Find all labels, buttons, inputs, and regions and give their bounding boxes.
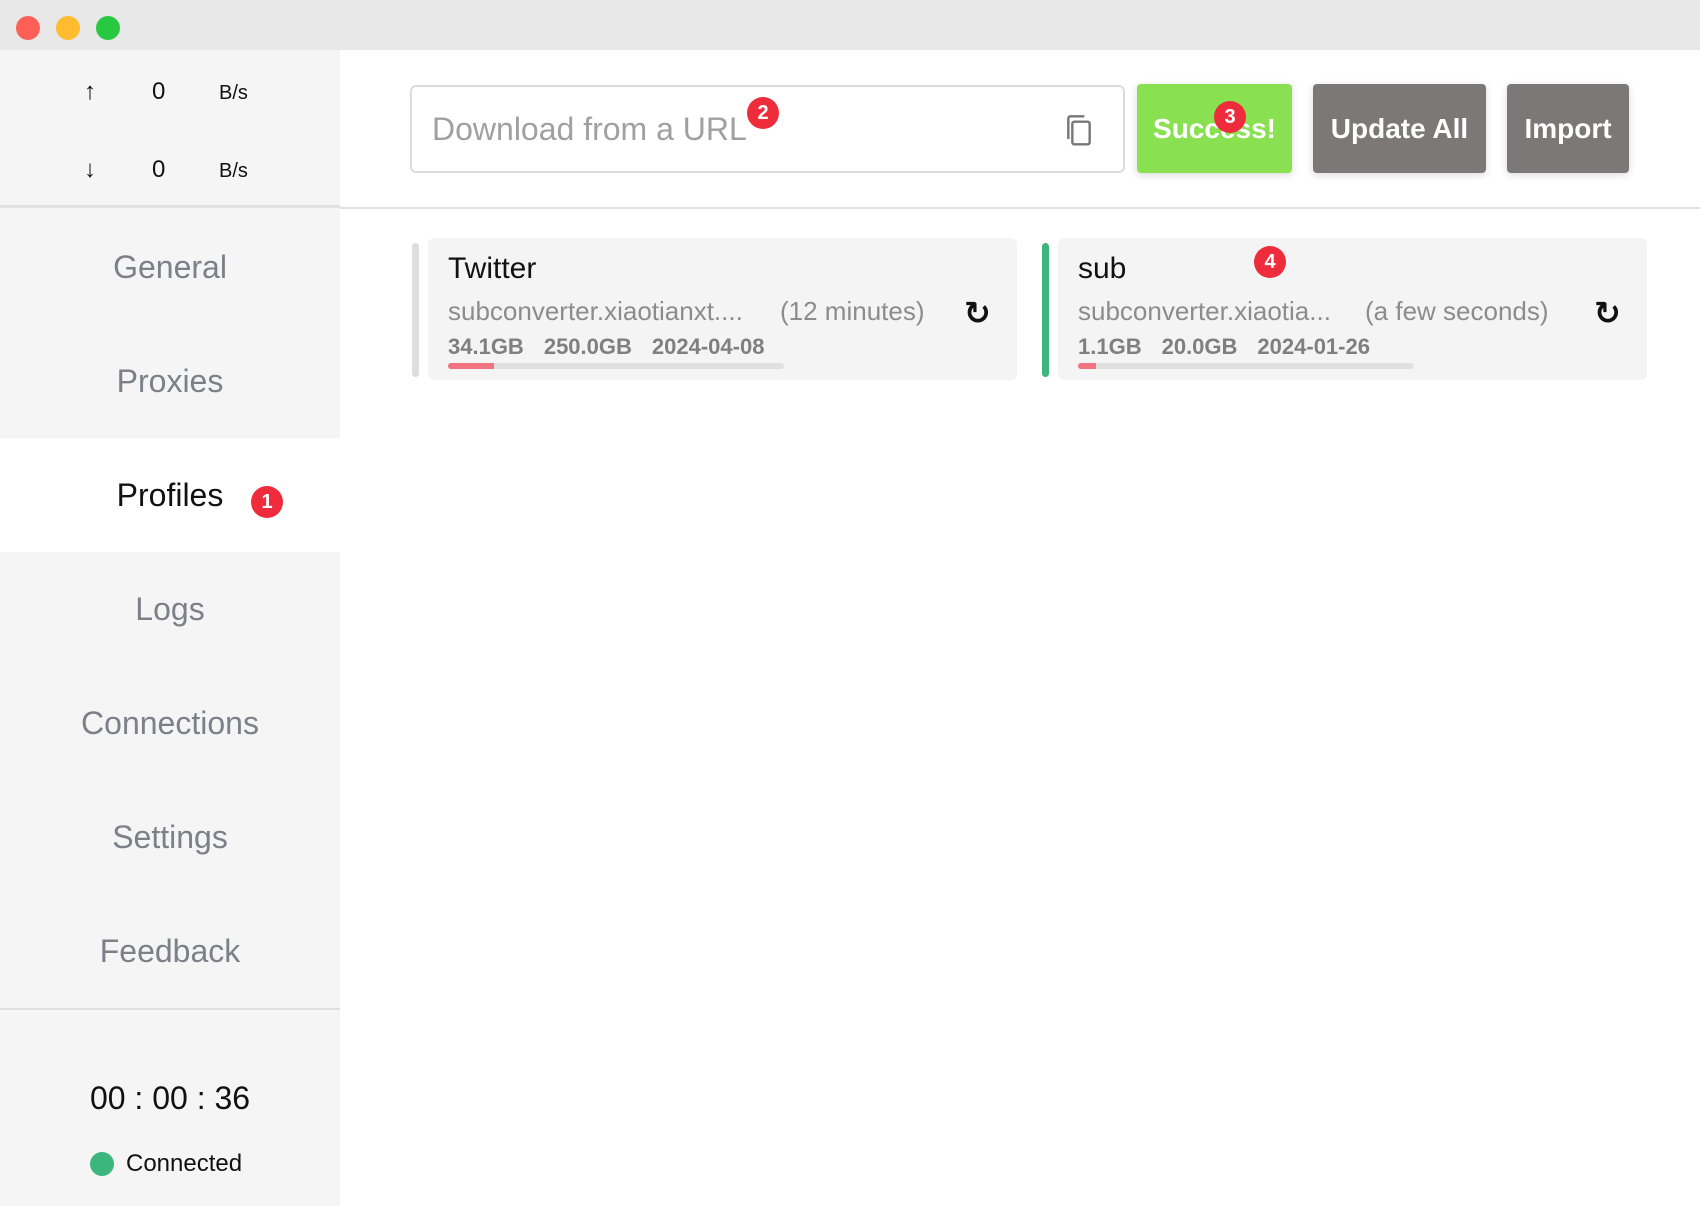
nav-label: Proxies [116,362,224,399]
sidebar: ↑ 0 B/s ↓ 0 B/s General Proxies Profiles… [0,50,340,1206]
usage-fill [1078,363,1097,369]
download-unit: B/s [219,160,248,182]
url-placeholder: Download from a URL [432,110,747,147]
upload-arrow-icon: ↑ [84,78,96,105]
sidebar-item-connections[interactable]: Connections [0,666,340,780]
refresh-icon[interactable]: ↻ [964,294,991,332]
paste-icon[interactable] [1063,113,1095,149]
title-bar [0,0,1700,50]
profile-select-indicator [1042,243,1049,377]
nav-label: Settings [112,818,228,855]
upload-value: 0 [152,78,166,105]
download-value: 0 [152,156,166,183]
used: 1.1GB [1078,334,1142,359]
nav-label: Connections [81,704,259,741]
connection-status: Connected [90,1150,242,1178]
annotation-badge: 4 [1254,246,1286,278]
upload-unit: B/s [219,82,248,104]
total: 20.0GB [1161,334,1238,359]
total: 250.0GB [543,334,632,359]
uptime-timer: 00 : 00 : 36 [89,1080,251,1116]
close-window-button[interactable] [16,16,40,40]
profile-card-twitter[interactable]: Twitter subconverter.xiaotianxt.... (12 … [428,238,1017,380]
sidebar-item-settings[interactable]: Settings [0,780,340,894]
nav-label: Feedback [99,932,241,969]
annotation-badge: 1 [251,486,283,518]
annotation-badge: 3 [1214,101,1246,133]
button-label: Update All [1330,112,1469,144]
profile-updated: (a few seconds) [1365,296,1549,326]
download-arrow-icon: ↓ [84,156,96,183]
minimize-window-button[interactable] [56,16,80,40]
sidebar-item-profiles[interactable]: Profiles [0,438,340,552]
sidebar-item-feedback[interactable]: Feedback [0,894,340,1008]
expire-date: 2024-04-08 [651,334,765,359]
status-dot-icon [90,1152,114,1176]
speed-panel: ↑ 0 B/s ↓ 0 B/s [0,50,340,208]
usage-progress [448,363,784,369]
status-label: Connected [126,1150,243,1177]
update-all-button[interactable]: Update All [1313,84,1486,173]
usage-progress [1078,363,1414,369]
annotation-badge: 2 [747,97,779,129]
download-button[interactable]: Success! [1137,84,1292,173]
nav-label: Profiles [116,476,224,513]
refresh-icon[interactable]: ↻ [1594,294,1621,332]
profile-stats: 1.1GB 20.0GB 2024-01-26 [1078,334,1390,360]
used: 34.1GB [448,334,524,359]
profile-stats: 34.1GB 250.0GB 2024-04-08 [448,334,784,360]
sidebar-item-general[interactable]: General [0,210,340,324]
usage-fill [448,363,494,369]
profile-name: sub [1078,252,1127,285]
sidebar-item-logs[interactable]: Logs [0,552,340,666]
profile-card-sub[interactable]: sub subconverter.xiaotia... (a few secon… [1058,238,1647,380]
header-divider [340,207,1700,209]
sidebar-divider [0,1008,340,1010]
nav-label: Logs [135,590,205,627]
nav-label: General [113,248,227,285]
expire-date: 2024-01-26 [1257,334,1370,359]
profile-name: Twitter [448,252,537,285]
sidebar-item-proxies[interactable]: Proxies [0,324,340,438]
profile-url: subconverter.xiaotianxt.... [448,296,743,326]
profile-select-indicator [412,243,419,377]
profile-url: subconverter.xiaotia... [1078,296,1331,326]
button-label: Import [1524,112,1612,144]
import-button[interactable]: Import [1507,84,1629,173]
maximize-window-button[interactable] [96,16,120,40]
profile-updated: (12 minutes) [780,296,925,326]
